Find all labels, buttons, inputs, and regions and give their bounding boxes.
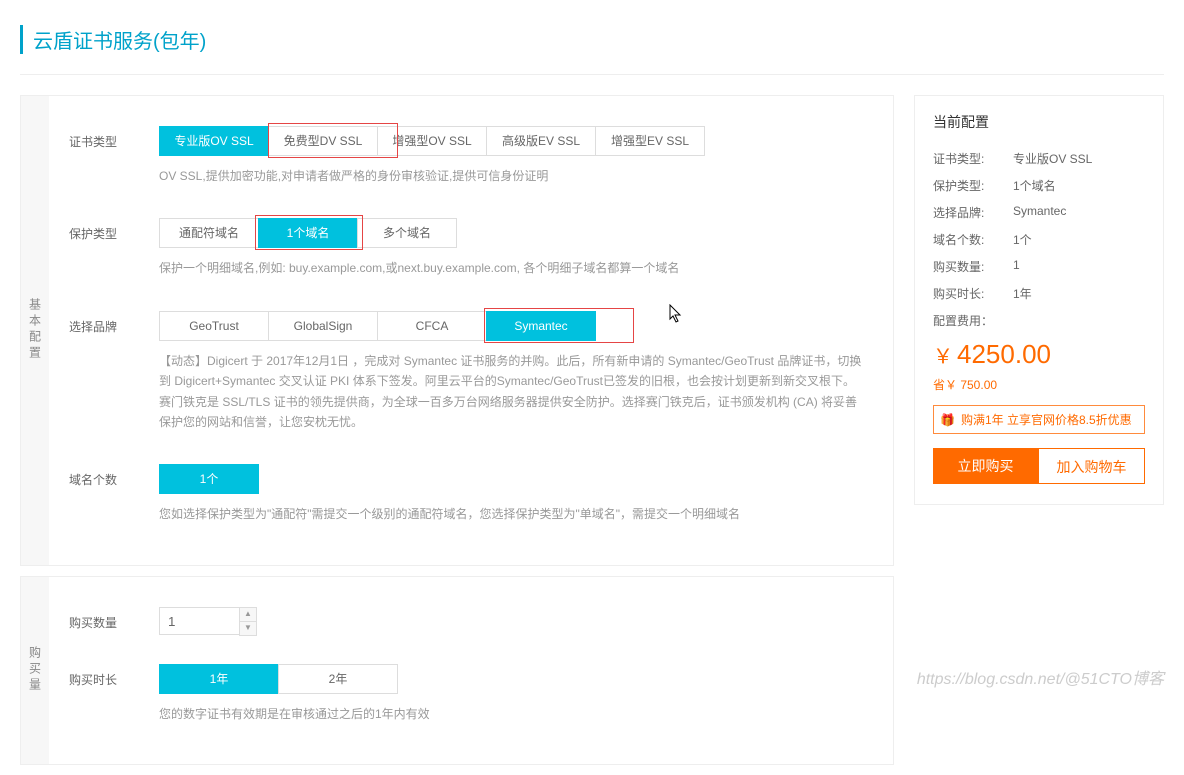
cfg-fee-label: 配置费用： bbox=[933, 312, 1145, 329]
desc-protect-type: 保护一个明细域名,例如: buy.example.com,或next.buy.e… bbox=[159, 258, 863, 278]
desc-brand: 【动态】Digicert 于 2017年12月1日 ，完成对 Symantec … bbox=[159, 351, 863, 433]
highlight-box-single bbox=[255, 215, 363, 250]
label-protect-type: 保护类型 bbox=[69, 218, 159, 242]
opt-brand-geotrust[interactable]: GeoTrust bbox=[159, 311, 269, 341]
opt-cert-ev[interactable]: 高级版EV SSL bbox=[486, 126, 596, 156]
quantity-stepper[interactable]: ▲ ▼ bbox=[159, 607, 863, 636]
cfg-row-cert: 证书类型:专业版OV SSL bbox=[933, 150, 1145, 167]
config-title: 当前配置 bbox=[933, 112, 1145, 132]
opt-brand-globalsign[interactable]: GlobalSign bbox=[268, 311, 378, 341]
opt-cert-ov[interactable]: 专业版OV SSL bbox=[159, 126, 269, 156]
price: ￥4250.00 bbox=[933, 339, 1145, 370]
section-basic: 基本配置 证书类型 专业版OV SSL 免费型DV SSL 增强型OV SSL … bbox=[20, 95, 894, 566]
label-duration: 购买时长 bbox=[69, 664, 159, 688]
opt-duration-1y[interactable]: 1年 bbox=[159, 664, 279, 694]
divider bbox=[20, 74, 1164, 75]
side-tab-purchase: 购买量 bbox=[21, 577, 49, 764]
opt-brand-cfca[interactable]: CFCA bbox=[377, 311, 487, 341]
qty-down-icon[interactable]: ▼ bbox=[240, 621, 256, 635]
cfg-row-domain: 域名个数:1个 bbox=[933, 231, 1145, 248]
page-title-text: 云盾证书服务(包年) bbox=[33, 25, 1164, 54]
save-amount: 省￥ 750.00 bbox=[933, 376, 1145, 393]
side-tab-purchase-label: 购买量 bbox=[27, 646, 44, 694]
opt-protect-wildcard[interactable]: 通配符域名 bbox=[159, 218, 259, 248]
label-cert-type: 证书类型 bbox=[69, 126, 159, 150]
page-title: 云盾证书服务(包年) bbox=[20, 25, 1164, 54]
config-panel: 当前配置 证书类型:专业版OV SSL 保护类型:1个域名 选择品牌:Syman… bbox=[914, 95, 1164, 505]
side-tab-basic: 基本配置 bbox=[21, 96, 49, 565]
opt-protect-multi[interactable]: 多个域名 bbox=[357, 218, 457, 248]
highlight-box-dv bbox=[268, 123, 398, 158]
desc-duration: 您的数字证书有效期是在审核通过之后的1年内有效 bbox=[159, 704, 863, 724]
label-domain-count: 域名个数 bbox=[69, 464, 159, 488]
qty-input[interactable] bbox=[159, 607, 239, 635]
label-qty: 购买数量 bbox=[69, 607, 159, 631]
desc-domain-count: 您如选择保护类型为"通配符"需提交一个级别的通配符域名，您选择保护类型为"单域名… bbox=[159, 504, 863, 524]
highlight-box-symantec bbox=[484, 308, 634, 343]
buy-now-button[interactable]: 立即购买 bbox=[933, 448, 1038, 484]
promo-banner: 🎁 购满1年 立享官网价格8.5折优惠 bbox=[933, 405, 1145, 434]
opt-domain-1[interactable]: 1个 bbox=[159, 464, 259, 494]
cfg-row-protect: 保护类型:1个域名 bbox=[933, 177, 1145, 194]
cfg-row-qty: 购买数量:1 bbox=[933, 258, 1145, 275]
cfg-row-duration: 购买时长:1年 bbox=[933, 285, 1145, 302]
gift-icon: 🎁 bbox=[940, 413, 955, 427]
opt-duration-2y[interactable]: 2年 bbox=[278, 664, 398, 694]
side-tab-basic-label: 基本配置 bbox=[27, 298, 44, 362]
qty-up-icon[interactable]: ▲ bbox=[240, 608, 256, 621]
add-cart-button[interactable]: 加入购物车 bbox=[1038, 448, 1145, 484]
desc-cert-type: OV SSL,提供加密功能,对申请者做严格的身份审核验证,提供可信身份证明 bbox=[159, 166, 863, 186]
section-purchase: 购买量 购买数量 ▲ ▼ bbox=[20, 576, 894, 765]
label-brand: 选择品牌 bbox=[69, 311, 159, 335]
opt-cert-ev-plus[interactable]: 增强型EV SSL bbox=[595, 126, 705, 156]
promo-text: 购满1年 立享官网价格8.5折优惠 bbox=[961, 411, 1132, 428]
cfg-row-brand: 选择品牌:Symantec bbox=[933, 204, 1145, 221]
